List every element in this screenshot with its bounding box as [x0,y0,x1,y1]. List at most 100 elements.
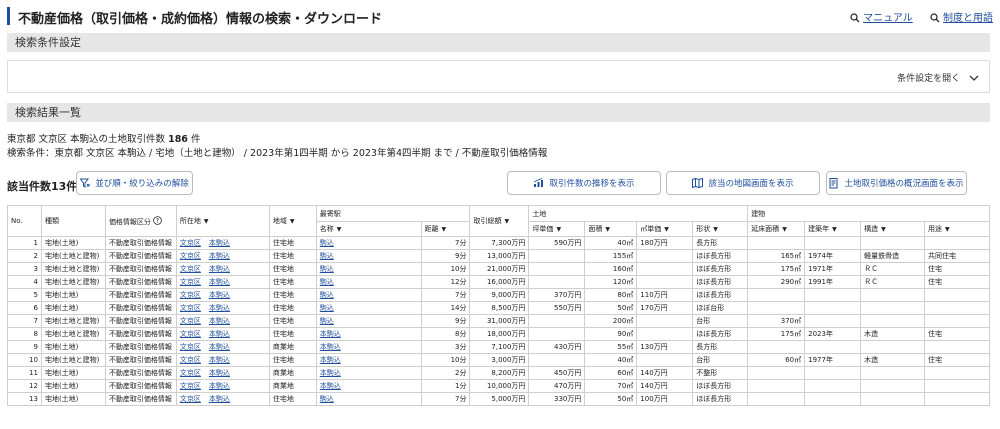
cell-station: 駒込 [315,249,422,263]
station-link[interactable]: 駒込 [320,304,334,312]
cell-area: 200㎡ [584,314,638,328]
cell-distance: 2分 [420,366,471,380]
cell-location: 文京区 本駒込 [175,301,270,315]
town-link[interactable]: 本駒込 [209,304,230,312]
results-heading: 検索結果一覧 [7,103,990,122]
town-link[interactable]: 本駒込 [209,356,230,364]
table-row: 12 宅地(土地) 不動産取引価格情報 文京区 本駒込 商業地 本駒込 1分 10,000万円 4… [7,379,990,393]
cell-type: 宅地(土地) [40,379,106,393]
show-map-button[interactable]: 該当の地図画面を表示 [666,171,820,195]
ward-link[interactable]: 文京区 [180,343,201,351]
cell-location: 文京区 本駒込 [175,262,270,276]
ward-link[interactable]: 文京区 [180,369,201,377]
station-link[interactable]: 駒込 [320,278,334,286]
station-link[interactable]: 駒込 [320,317,334,325]
cell-price: 21,000万円 [469,262,530,276]
station-link[interactable]: 本駒込 [320,330,341,338]
manual-link[interactable]: マニュアル [850,13,913,24]
cell-price: 7,300万円 [469,236,530,250]
cell-location: 文京区 本駒込 [175,314,270,328]
table-row: 3 宅地(土地と建物) 不動産取引価格情報 文京区 本駒込 住宅地 駒込 10分 21,000万… [7,262,990,276]
terms-link[interactable]: 制度と用語 [930,13,993,24]
cell-station: 駒込 [315,392,422,406]
ward-link[interactable]: 文京区 [180,278,201,286]
header-category[interactable]: 価格情報区分? [104,205,177,237]
town-link[interactable]: 本駒込 [209,330,230,338]
ward-link[interactable]: 文京区 [180,252,201,260]
header-sqm-price[interactable]: ㎡単価 ▼ [636,221,694,237]
ward-link[interactable]: 文京区 [180,265,201,273]
cell-distance: 7分 [420,392,471,406]
town-link[interactable]: 本駒込 [209,382,230,390]
ward-link[interactable]: 文京区 [180,330,201,338]
station-link[interactable]: 本駒込 [320,343,341,351]
search-conditions-heading: 検索条件設定 [7,33,990,52]
town-link[interactable]: 本駒込 [209,265,230,273]
town-link[interactable]: 本駒込 [209,278,230,286]
ward-link[interactable]: 文京区 [180,291,201,299]
cell-no: 3 [7,262,42,276]
cell-price: 8,500万円 [469,301,530,315]
town-link[interactable]: 本駒込 [209,317,230,325]
town-link[interactable]: 本駒込 [209,343,230,351]
station-link[interactable]: 駒込 [320,239,334,247]
station-link[interactable]: 駒込 [320,252,334,260]
open-conditions-toggle[interactable]: 条件設定を開く [897,71,979,84]
town-link[interactable]: 本駒込 [209,252,230,260]
cell-year [804,314,862,328]
station-link[interactable]: 本駒込 [320,382,341,390]
help-icon[interactable]: ? [153,215,162,225]
header-shape[interactable]: 形状 ▼ [692,221,749,237]
station-link[interactable]: 本駒込 [320,356,341,364]
cell-sqm: 140万円 [636,366,694,380]
cell-station: 本駒込 [315,379,422,393]
cell-category: 不動産取引価格情報 [104,314,177,328]
cell-location: 文京区 本駒込 [175,379,270,393]
cell-distance: 10分 [420,353,471,367]
show-overview-button[interactable]: 土地取引価格の概況画面を表示 [826,171,967,195]
header-station-name[interactable]: 名称 ▼ [315,221,422,237]
header-group-building: 建物 [747,205,990,222]
ward-link[interactable]: 文京区 [180,239,201,247]
table-row: 5 宅地(土地) 不動産取引価格情報 文京区 本駒込 住宅地 駒込 7分 9,000万円 370万… [7,288,990,302]
cell-location: 文京区 本駒込 [175,236,270,250]
cell-district: 商業地 [268,366,317,380]
ward-link[interactable]: 文京区 [180,304,201,312]
header-area[interactable]: 面積 ▼ [584,221,638,237]
header-structure[interactable]: 構造 ▼ [860,221,925,237]
station-link[interactable]: 駒込 [320,265,334,273]
header-use[interactable]: 用途 ▼ [924,221,990,237]
cell-district: 住宅地 [268,314,317,328]
show-trend-button[interactable]: 取引件数の推移を表示 [507,171,661,195]
cell-use: 住宅 [924,327,990,341]
station-link[interactable]: 駒込 [320,395,334,403]
cell-sqm [636,275,694,289]
station-link[interactable]: 駒込 [320,291,334,299]
town-link[interactable]: 本駒込 [209,291,230,299]
ward-link[interactable]: 文京区 [180,317,201,325]
header-built-year[interactable]: 建築年 ▼ [804,221,862,237]
town-link[interactable]: 本駒込 [209,369,230,377]
header-district[interactable]: 地域 ▼ [268,205,317,237]
station-link[interactable]: 本駒込 [320,369,341,377]
town-link[interactable]: 本駒込 [209,239,230,247]
header-floor-area[interactable]: 延床面積 ▼ [747,221,806,237]
ward-link[interactable]: 文京区 [180,356,201,364]
header-location[interactable]: 所在地 ▼ [175,205,270,237]
header-total-price[interactable]: 取引総額 ▼ [469,205,530,237]
ward-link[interactable]: 文京区 [180,382,201,390]
cell-tsubo [528,314,586,328]
header-tsubo-price[interactable]: 坪単価 ▼ [528,221,586,237]
town-link[interactable]: 本駒込 [209,395,230,403]
ward-link[interactable]: 文京区 [180,395,201,403]
cell-floor [747,392,806,406]
cell-price: 18,000万円 [469,327,530,341]
sort-caret-icon: ▼ [664,226,669,233]
cell-tsubo: 590万円 [528,236,586,250]
header-distance[interactable]: 距離 ▼ [420,221,471,237]
cell-structure [860,288,925,302]
sort-caret-icon: ▼ [289,218,295,225]
cell-shape: ほぼ長方形 [692,288,749,302]
summary-unit: 件 [190,134,201,145]
clear-sort-filter-button[interactable]: 並び順・絞り込みの解除 [76,171,193,195]
